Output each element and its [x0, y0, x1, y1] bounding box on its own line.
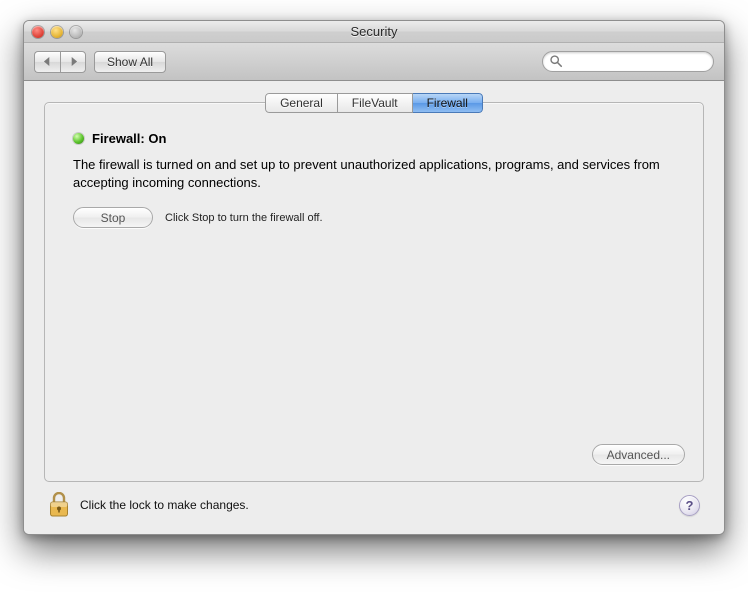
firewall-panel: Firewall: On The firewall is turned on a… — [44, 102, 704, 482]
toolbar: Show All — [24, 43, 724, 81]
tab-label: Firewall — [427, 96, 468, 110]
security-preferences-window: Security Show All — [23, 20, 725, 535]
forward-triangle-icon — [69, 54, 78, 69]
window-controls — [24, 26, 82, 38]
tab-label: General — [280, 96, 323, 110]
tab-filevault[interactable]: FileVault — [338, 93, 413, 113]
tab-label: FileVault — [352, 96, 398, 110]
forward-button[interactable] — [60, 51, 86, 73]
status-indicator-icon — [73, 133, 84, 144]
window-title: Security — [24, 24, 724, 39]
footer: Click the lock to make changes. ? — [44, 482, 704, 520]
minimize-window-button[interactable] — [51, 26, 63, 38]
advanced-button[interactable]: Advanced... — [592, 444, 685, 465]
tabs-container: General FileVault Firewall — [44, 93, 704, 113]
search-input[interactable] — [542, 51, 714, 72]
stop-hint: Click Stop to turn the firewall off. — [165, 212, 323, 224]
help-button[interactable]: ? — [679, 495, 700, 516]
back-triangle-icon — [43, 54, 52, 69]
nav-group — [34, 51, 86, 73]
back-button[interactable] — [34, 51, 60, 73]
tab-general[interactable]: General — [265, 93, 338, 113]
lock-icon[interactable] — [48, 492, 70, 518]
tab-firewall[interactable]: Firewall — [413, 93, 483, 113]
search-field-wrap — [542, 51, 714, 72]
status-text: Firewall: On — [92, 131, 166, 146]
firewall-description: The firewall is turned on and set up to … — [73, 156, 675, 191]
zoom-window-button[interactable] — [70, 26, 82, 38]
lock-text: Click the lock to make changes. — [80, 498, 249, 512]
close-window-button[interactable] — [32, 26, 44, 38]
stop-button[interactable]: Stop — [73, 207, 153, 228]
show-all-button[interactable]: Show All — [94, 51, 166, 73]
content-area: General FileVault Firewall Firewall: On … — [24, 81, 724, 534]
search-icon — [549, 54, 563, 68]
help-label: ? — [686, 498, 694, 513]
stop-row: Stop Click Stop to turn the firewall off… — [73, 207, 675, 228]
titlebar: Security — [24, 21, 724, 43]
status-row: Firewall: On — [73, 131, 675, 146]
